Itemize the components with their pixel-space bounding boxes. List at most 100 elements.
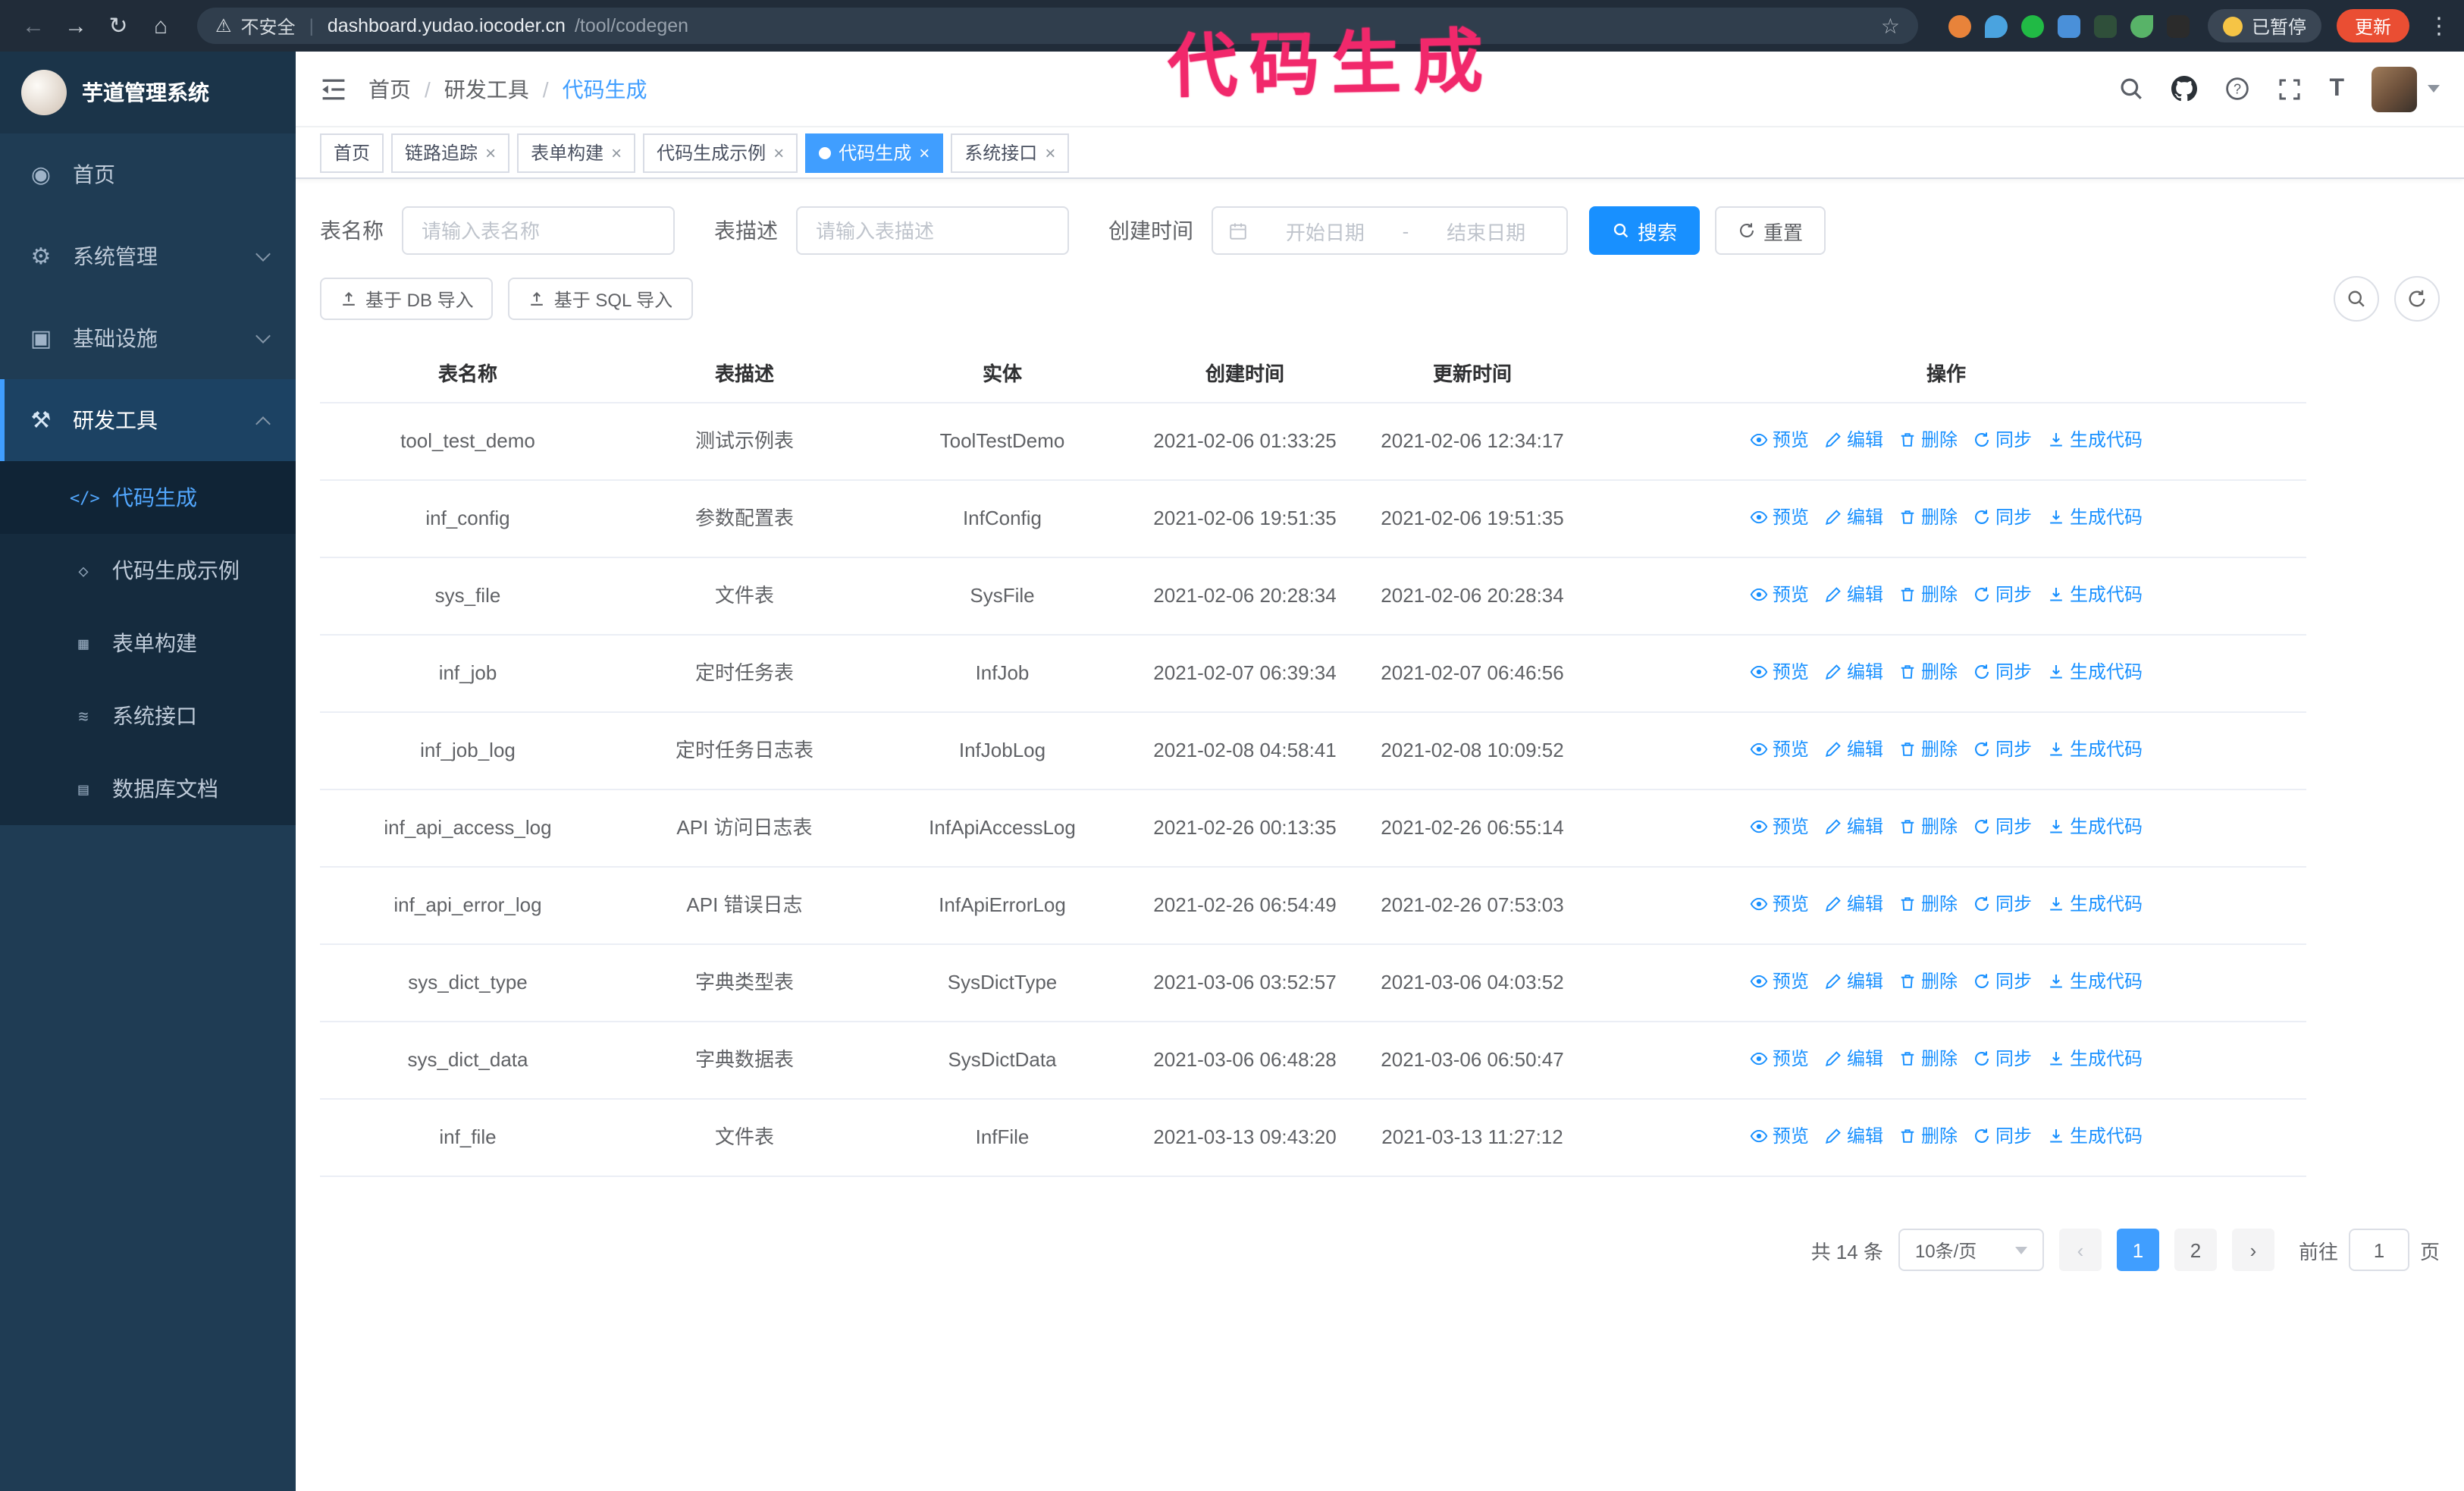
font-size-icon[interactable]: T (2329, 75, 2344, 102)
row-action-generate[interactable]: 生成代码 (2047, 968, 2143, 995)
tab-home[interactable]: 首页 (320, 133, 384, 172)
next-page-button[interactable]: › (2231, 1229, 2274, 1271)
row-action-generate[interactable]: 生成代码 (2047, 504, 2143, 531)
sidebar-subitem-codegen[interactable]: </> 代码生成 (0, 461, 296, 534)
github-icon[interactable] (2171, 76, 2198, 102)
refresh-table-button[interactable] (2394, 276, 2440, 322)
search-icon[interactable] (2118, 76, 2144, 102)
extension-icon[interactable] (2130, 14, 2153, 37)
sidebar-item-system[interactable]: ⚙ 系统管理 (0, 215, 296, 297)
close-icon[interactable]: × (611, 142, 622, 163)
app-logo[interactable]: 芋道管理系统 (0, 52, 296, 133)
sidebar-item-home[interactable]: ◉ 首页 (0, 133, 296, 215)
row-action-edit[interactable]: 编辑 (1824, 1045, 1883, 1072)
row-action-generate[interactable]: 生成代码 (2047, 890, 2143, 918)
row-action-edit[interactable]: 编辑 (1824, 504, 1883, 531)
row-action-sync[interactable]: 同步 (1973, 890, 2032, 918)
extension-icon[interactable] (2057, 14, 2080, 37)
import-sql-button[interactable]: 基于 SQL 导入 (508, 278, 693, 320)
tab-tracing[interactable]: 链路追踪 × (391, 133, 510, 172)
row-action-preview[interactable]: 预览 (1750, 658, 1809, 686)
row-action-generate[interactable]: 生成代码 (2047, 736, 2143, 763)
page-button-2[interactable]: 2 (2174, 1229, 2217, 1271)
tab-codegen[interactable]: 代码生成 × (805, 133, 944, 172)
table-name-input[interactable] (402, 206, 675, 255)
home-icon[interactable]: ⌂ (143, 13, 179, 39)
row-action-preview[interactable]: 预览 (1750, 890, 1809, 918)
forward-icon[interactable]: → (58, 13, 94, 39)
row-action-delete[interactable]: 删除 (1898, 504, 1958, 531)
row-action-generate[interactable]: 生成代码 (2047, 426, 2143, 454)
fullscreen-icon[interactable] (2277, 77, 2302, 101)
row-action-preview[interactable]: 预览 (1750, 426, 1809, 454)
tab-form-builder[interactable]: 表单构建 × (517, 133, 636, 172)
row-action-sync[interactable]: 同步 (1973, 813, 2032, 840)
toggle-search-button[interactable] (2334, 276, 2379, 322)
row-action-delete[interactable]: 删除 (1898, 1122, 1958, 1150)
browser-menu-icon[interactable]: ⋮ (2428, 12, 2450, 39)
row-action-edit[interactable]: 编辑 (1824, 736, 1883, 763)
extension-icon[interactable] (2166, 14, 2190, 37)
sidebar-subitem-codegen-demo[interactable]: ◇ 代码生成示例 (0, 534, 296, 607)
prev-page-button[interactable]: ‹ (2058, 1229, 2102, 1271)
extension-icon[interactable] (2093, 14, 2117, 37)
row-action-generate[interactable]: 生成代码 (2047, 813, 2143, 840)
sidebar-item-infra[interactable]: ▣ 基础设施 (0, 297, 296, 379)
row-action-delete[interactable]: 删除 (1898, 658, 1958, 686)
reload-icon[interactable]: ↻ (100, 12, 136, 39)
back-icon[interactable]: ← (15, 13, 52, 39)
sidebar-subitem-system-api[interactable]: ≋ 系统接口 (0, 680, 296, 752)
row-action-sync[interactable]: 同步 (1973, 1045, 2032, 1072)
row-action-sync[interactable]: 同步 (1973, 581, 2032, 608)
close-icon[interactable]: × (1045, 142, 1055, 163)
row-action-edit[interactable]: 编辑 (1824, 890, 1883, 918)
row-action-preview[interactable]: 预览 (1750, 813, 1809, 840)
browser-update-button[interactable]: 更新 (2336, 9, 2409, 42)
close-icon[interactable]: × (919, 142, 929, 163)
row-action-delete[interactable]: 删除 (1898, 581, 1958, 608)
sidebar-item-devtools[interactable]: ⚒ 研发工具 (0, 379, 296, 461)
address-bar[interactable]: ⚠ 不安全 | dashboard.yudao.iocoder.cn /tool… (197, 8, 1918, 44)
page-button-1[interactable]: 1 (2116, 1229, 2159, 1271)
row-action-preview[interactable]: 预览 (1750, 736, 1809, 763)
help-icon[interactable]: ? (2224, 76, 2250, 102)
row-action-delete[interactable]: 删除 (1898, 890, 1958, 918)
search-button[interactable]: 搜索 (1589, 206, 1701, 255)
row-action-edit[interactable]: 编辑 (1824, 658, 1883, 686)
row-action-edit[interactable]: 编辑 (1824, 968, 1883, 995)
date-range-picker[interactable]: 开始日期 - 结束日期 (1212, 206, 1568, 255)
row-action-generate[interactable]: 生成代码 (2047, 1122, 2143, 1150)
close-icon[interactable]: × (485, 142, 496, 163)
row-action-delete[interactable]: 删除 (1898, 813, 1958, 840)
row-action-sync[interactable]: 同步 (1973, 504, 2032, 531)
row-action-sync[interactable]: 同步 (1973, 1122, 2032, 1150)
row-action-generate[interactable]: 生成代码 (2047, 581, 2143, 608)
row-action-edit[interactable]: 编辑 (1824, 813, 1883, 840)
security-label[interactable]: 不安全 (241, 13, 296, 39)
row-action-preview[interactable]: 预览 (1750, 504, 1809, 531)
tab-system-api[interactable]: 系统接口 × (951, 133, 1070, 172)
row-action-edit[interactable]: 编辑 (1824, 1122, 1883, 1150)
row-action-preview[interactable]: 预览 (1750, 581, 1809, 608)
page-size-select[interactable]: 10条/页 (1898, 1229, 2044, 1271)
sidebar-fold-icon[interactable] (320, 77, 347, 101)
reset-button[interactable]: 重置 (1715, 206, 1826, 255)
row-action-generate[interactable]: 生成代码 (2047, 658, 2143, 686)
row-action-edit[interactable]: 编辑 (1824, 581, 1883, 608)
row-action-preview[interactable]: 预览 (1750, 968, 1809, 995)
bookmark-star-icon[interactable]: ☆ (1881, 13, 1900, 39)
row-action-edit[interactable]: 编辑 (1824, 426, 1883, 454)
row-action-generate[interactable]: 生成代码 (2047, 1045, 2143, 1072)
row-action-preview[interactable]: 预览 (1750, 1122, 1809, 1150)
extension-icon[interactable] (1948, 14, 1971, 37)
row-action-delete[interactable]: 删除 (1898, 968, 1958, 995)
extension-icon[interactable] (1984, 14, 2008, 37)
breadcrumb-home[interactable]: 首页 (368, 74, 411, 104)
user-menu[interactable] (2372, 66, 2440, 111)
paused-badge[interactable]: 已暂停 (2207, 9, 2321, 42)
row-action-sync[interactable]: 同步 (1973, 968, 2032, 995)
breadcrumb-devtools[interactable]: 研发工具 (444, 74, 529, 104)
page-goto-input[interactable] (2348, 1229, 2409, 1271)
import-db-button[interactable]: 基于 DB 导入 (320, 278, 494, 320)
close-icon[interactable]: × (773, 142, 784, 163)
